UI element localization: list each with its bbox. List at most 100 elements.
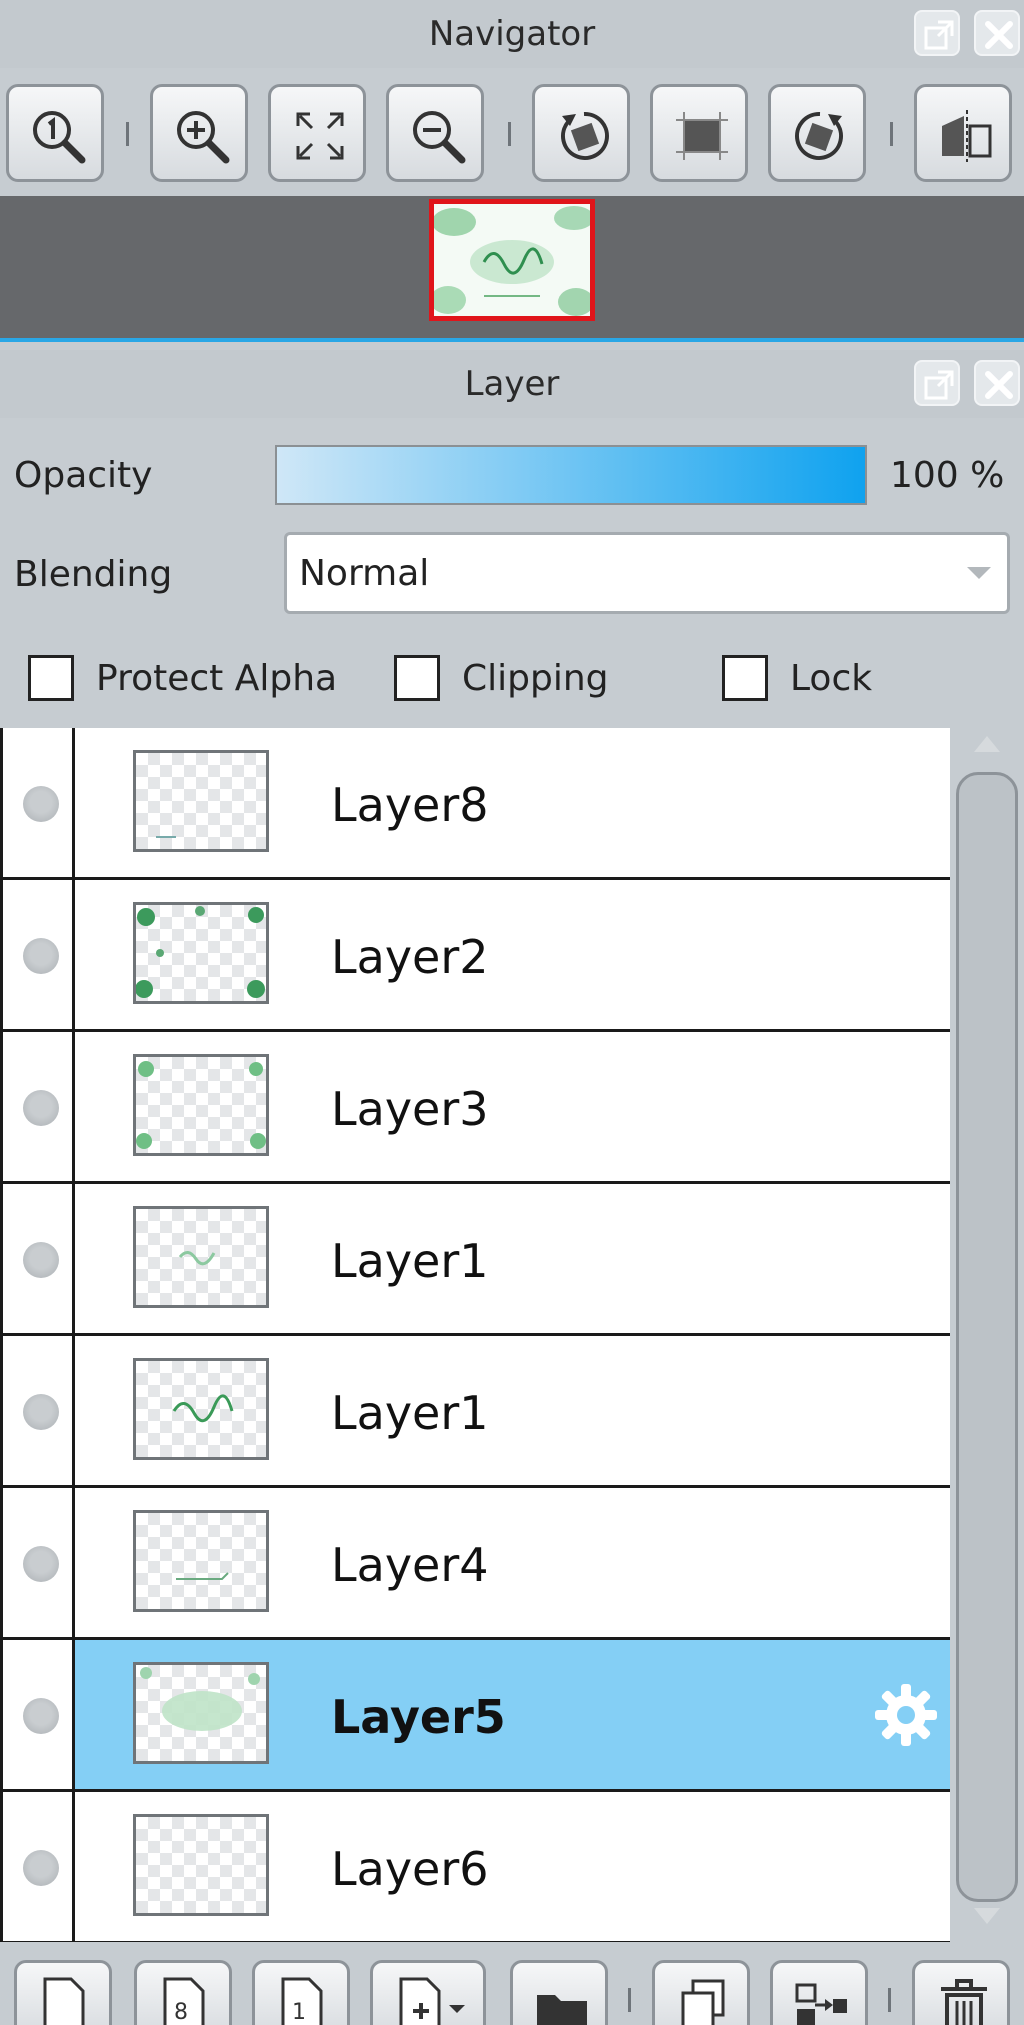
zoom-actual-size-button[interactable] bbox=[6, 84, 104, 182]
visibility-column bbox=[3, 1488, 75, 1637]
layer-row[interactable]: Layer4 bbox=[3, 1488, 953, 1640]
popout-icon bbox=[924, 370, 954, 400]
lock-checkbox[interactable] bbox=[722, 655, 768, 701]
layer-row[interactable]: Layer1 bbox=[3, 1336, 953, 1488]
merge-down-icon bbox=[795, 1983, 847, 2025]
scrollbar-thumb[interactable] bbox=[956, 772, 1018, 1902]
visibility-toggle-icon[interactable] bbox=[23, 1242, 59, 1278]
zoom-out-icon bbox=[413, 111, 466, 164]
layer-thumbnail bbox=[133, 1510, 269, 1612]
rotate-right-button[interactable] bbox=[768, 84, 866, 182]
layer-close-button[interactable] bbox=[974, 360, 1020, 406]
layer-name: Layer1 bbox=[331, 1386, 489, 1440]
protect-alpha-label: Protect Alpha bbox=[96, 657, 338, 699]
layer-name: Layer1 bbox=[331, 1234, 489, 1288]
layer-name: Layer2 bbox=[331, 930, 489, 984]
duplicate-icon bbox=[681, 1979, 725, 2025]
layer-settings-gear-icon[interactable] bbox=[871, 1680, 941, 1750]
visibility-toggle-icon[interactable] bbox=[23, 786, 59, 822]
layer-popout-button[interactable] bbox=[914, 360, 960, 406]
rotate-left-icon bbox=[560, 111, 609, 160]
lock-label: Lock bbox=[790, 657, 873, 699]
close-icon bbox=[985, 371, 1013, 399]
layer-row[interactable]: Layer1 bbox=[3, 1184, 953, 1336]
layer-list: Layer8 Layer2 Layer3 Layer1 Layer1 Layer… bbox=[0, 728, 953, 1944]
chevron-down-icon bbox=[967, 567, 991, 579]
1bit-layer-icon: 1 bbox=[281, 1977, 323, 2025]
navigator-toolbar bbox=[0, 68, 1024, 196]
layer-name: Layer3 bbox=[331, 1082, 489, 1136]
protect-alpha-checkbox[interactable] bbox=[28, 655, 74, 701]
navigator-popout-button[interactable] bbox=[914, 10, 960, 56]
blending-value: Normal bbox=[299, 553, 430, 594]
layer-thumbnail bbox=[133, 902, 269, 1004]
zoom-actual-size-icon bbox=[33, 111, 86, 164]
navigator-close-button[interactable] bbox=[974, 10, 1020, 56]
layer-panel-title: Layer bbox=[464, 364, 560, 404]
visibility-toggle-icon[interactable] bbox=[23, 1394, 59, 1430]
layer-row[interactable]: Layer6 bbox=[3, 1792, 953, 1944]
zoom-out-button[interactable] bbox=[386, 84, 484, 182]
clipping-label: Clipping bbox=[462, 657, 609, 699]
layer-thumbnail bbox=[133, 1054, 269, 1156]
zoom-in-button[interactable] bbox=[150, 84, 248, 182]
visibility-toggle-icon[interactable] bbox=[23, 1850, 59, 1886]
folder-icon bbox=[537, 1995, 587, 2025]
duplicate-layer-button[interactable] bbox=[652, 1960, 750, 2025]
layer-row-selected[interactable]: Layer5 bbox=[3, 1640, 953, 1792]
reset-rotation-icon bbox=[676, 112, 728, 160]
svg-text:8: 8 bbox=[174, 2000, 188, 2025]
flip-horizontal-icon bbox=[942, 110, 992, 162]
rotate-right-icon bbox=[795, 111, 844, 160]
navigator-title: Navigator bbox=[428, 14, 596, 54]
zoom-in-icon bbox=[177, 111, 230, 164]
scroll-up-arrow-icon[interactable] bbox=[972, 734, 1002, 754]
layer-thumbnail bbox=[133, 1206, 269, 1308]
visibility-toggle-icon[interactable] bbox=[23, 1090, 59, 1126]
new-layer-button[interactable] bbox=[14, 1960, 112, 2025]
opacity-label: Opacity bbox=[14, 455, 153, 496]
layer-thumbnail bbox=[133, 1814, 269, 1916]
opacity-value: 100 % bbox=[890, 455, 1005, 496]
navigator-preview[interactable] bbox=[0, 196, 1024, 338]
visibility-column bbox=[3, 1032, 75, 1181]
flip-horizontal-button[interactable] bbox=[914, 84, 1012, 182]
layer-name: Layer8 bbox=[331, 778, 489, 832]
clipping-checkbox[interactable] bbox=[394, 655, 440, 701]
visibility-column bbox=[3, 1336, 75, 1485]
add-layer-dropdown-button[interactable] bbox=[370, 1960, 486, 2025]
rotate-left-button[interactable] bbox=[532, 84, 630, 182]
scroll-down-arrow-icon[interactable] bbox=[972, 1906, 1002, 1926]
layer-name: Layer5 bbox=[331, 1690, 506, 1744]
visibility-column bbox=[3, 880, 75, 1029]
layer-thumbnail bbox=[133, 1358, 269, 1460]
layer-list-scrollbar[interactable] bbox=[950, 728, 1024, 1942]
new-folder-button[interactable] bbox=[510, 1960, 608, 2025]
delete-layer-button[interactable] bbox=[912, 1960, 1010, 2025]
visibility-toggle-icon[interactable] bbox=[23, 1698, 59, 1734]
fit-window-button[interactable] bbox=[268, 84, 366, 182]
layer-name: Layer6 bbox=[331, 1842, 489, 1896]
visibility-column bbox=[3, 728, 75, 877]
layer-row[interactable]: Layer8 bbox=[3, 728, 953, 880]
new-page-icon bbox=[43, 1977, 85, 2025]
canvas-thumbnail bbox=[434, 204, 590, 316]
visibility-column bbox=[3, 1640, 75, 1789]
visibility-toggle-icon[interactable] bbox=[23, 938, 59, 974]
protect-alpha-option: Protect Alpha bbox=[28, 650, 337, 706]
new-1bit-layer-button[interactable]: 1 bbox=[252, 1960, 350, 2025]
navigator-viewport-frame[interactable] bbox=[429, 199, 595, 321]
opacity-slider[interactable] bbox=[275, 445, 867, 505]
reset-rotation-button[interactable] bbox=[650, 84, 748, 182]
blending-select[interactable]: Normal bbox=[284, 532, 1010, 614]
layer-row[interactable]: Layer3 bbox=[3, 1032, 953, 1184]
visibility-column bbox=[3, 1184, 75, 1333]
layer-name: Layer4 bbox=[331, 1538, 489, 1592]
new-8bit-layer-button[interactable]: 8 bbox=[134, 1960, 232, 2025]
lock-option: Lock bbox=[722, 650, 872, 706]
merge-down-button[interactable] bbox=[770, 1960, 868, 2025]
panel-divider bbox=[0, 338, 1024, 342]
layer-row[interactable]: Layer2 bbox=[3, 880, 953, 1032]
navigator-header: Navigator bbox=[0, 0, 1024, 68]
visibility-toggle-icon[interactable] bbox=[23, 1546, 59, 1582]
